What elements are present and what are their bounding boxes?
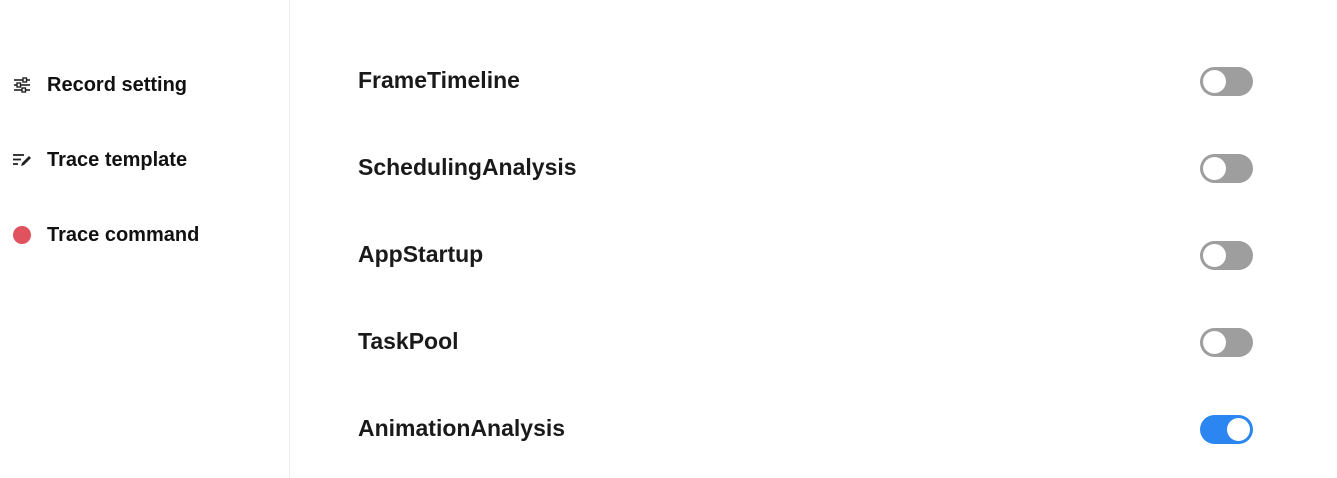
toggle-knob	[1227, 418, 1250, 441]
animationanalysis-toggle[interactable]	[1200, 415, 1253, 444]
record-dot-icon	[12, 225, 32, 245]
frametimeline-toggle[interactable]	[1200, 67, 1253, 96]
sidebar-item-label: Record setting	[47, 73, 188, 96]
settings-panel: FrameTimeline SchedulingAnalysis AppStar…	[291, 0, 1337, 478]
setting-label: FrameTimeline	[358, 67, 520, 93]
setting-row-frametimeline: FrameTimeline	[291, 61, 1337, 101]
sidebar: Record setting Trace template Trace comm…	[0, 0, 290, 478]
sidebar-item-record-setting[interactable]: Record setting	[12, 70, 187, 100]
sidebar-item-trace-template[interactable]: Trace template	[12, 145, 187, 175]
taskpool-toggle[interactable]	[1200, 328, 1253, 357]
setting-row-animationanalysis: AnimationAnalysis	[291, 409, 1337, 449]
schedulinganalysis-toggle[interactable]	[1200, 154, 1253, 183]
setting-label: SchedulingAnalysis	[358, 154, 577, 180]
sidebar-item-label: Trace template	[47, 148, 188, 171]
toggle-knob	[1203, 244, 1226, 267]
sidebar-item-label: Trace command	[47, 223, 200, 246]
appstartup-toggle[interactable]	[1200, 241, 1253, 270]
setting-label: TaskPool	[358, 328, 459, 354]
setting-row-schedulinganalysis: SchedulingAnalysis	[291, 148, 1337, 188]
setting-label: AnimationAnalysis	[358, 415, 566, 441]
toggle-knob	[1203, 331, 1226, 354]
setting-row-appstartup: AppStartup	[291, 235, 1337, 275]
toggle-knob	[1203, 70, 1226, 93]
sliders-icon	[12, 75, 32, 95]
setting-row-taskpool: TaskPool	[291, 322, 1337, 362]
toggle-knob	[1203, 157, 1226, 180]
setting-label: AppStartup	[358, 241, 484, 267]
sidebar-item-trace-command[interactable]: Trace command	[12, 220, 199, 250]
app-window: Record setting Trace template Trace comm…	[0, 0, 1337, 478]
edit-list-icon	[12, 150, 32, 170]
